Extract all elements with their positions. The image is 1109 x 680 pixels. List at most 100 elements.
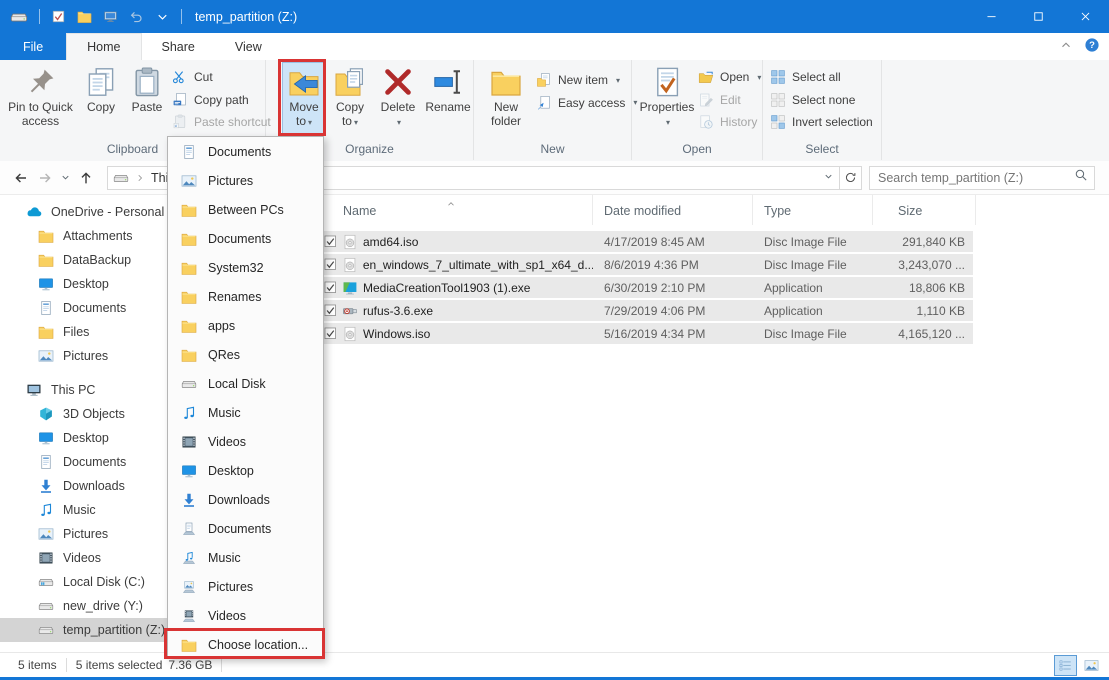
cut-button[interactable]: Cut [172, 66, 213, 88]
file-type: Disc Image File [753, 258, 873, 272]
file-checkbox[interactable] [324, 235, 337, 248]
menu-item-videos[interactable]: Videos [168, 427, 323, 456]
new-folder-button[interactable]: Newfolder [480, 63, 532, 135]
menu-item-documents[interactable]: Documents [168, 224, 323, 253]
tab-view[interactable]: View [215, 33, 282, 60]
select-none-icon [770, 92, 786, 108]
easy-access-button[interactable]: Easy access▾ [536, 92, 637, 114]
back-button[interactable] [9, 170, 33, 186]
paste-shortcut-button[interactable]: Paste shortcut [172, 111, 271, 133]
menu-item-label: System32 [208, 261, 264, 275]
copy-path-button[interactable]: Copy path [172, 89, 249, 111]
column-header-type[interactable]: Type [753, 195, 873, 225]
invert-selection-button[interactable]: Invert selection [770, 111, 873, 133]
new-item-button[interactable]: New item▾ [536, 69, 620, 91]
collapse-ribbon-button[interactable] [1059, 38, 1073, 55]
recent-locations-chevron[interactable] [57, 172, 73, 183]
menu-item-system32[interactable]: System32 [168, 253, 323, 282]
win-maximize-icon [1032, 10, 1045, 23]
file-name: MediaCreationTool1903 (1).exe [363, 281, 530, 295]
music-icon [181, 405, 197, 421]
paste-button[interactable]: Paste [125, 63, 169, 135]
file-row-windows-iso[interactable]: Windows.iso5/16/2019 4:34 PMDisc Image F… [320, 323, 973, 344]
computer-icon[interactable] [103, 9, 118, 24]
forward-button[interactable] [33, 170, 57, 186]
download-icon [38, 478, 54, 494]
file-row-en-windows-7-ultimate-with-sp1-x64-d[interactable]: en_windows_7_ultimate_with_sp1_x64_d...8… [320, 254, 973, 275]
disc-image-icon [342, 234, 358, 250]
file-checkbox[interactable] [324, 258, 337, 271]
move-to-button[interactable]: Moveto▾ [283, 63, 325, 135]
menu-item-label: Between PCs [208, 203, 284, 217]
drive-icon [38, 622, 54, 638]
menu-item-label: apps [208, 319, 235, 333]
menu-item-between-pcs[interactable]: Between PCs [168, 195, 323, 224]
library-music-icon [181, 550, 197, 566]
menu-item-apps[interactable]: apps [168, 311, 323, 340]
column-header-size[interactable]: Size [873, 195, 976, 225]
history-button[interactable]: History [698, 111, 757, 133]
view-details-button[interactable] [1054, 655, 1077, 676]
menu-item-downloads[interactable]: Downloads [168, 485, 323, 514]
minimize-button[interactable] [968, 0, 1015, 33]
undo-icon[interactable] [129, 9, 144, 24]
menu-item-pictures[interactable]: Pictures [168, 166, 323, 195]
menu-item-pictures[interactable]: Pictures [168, 572, 323, 601]
close-button[interactable] [1062, 0, 1109, 33]
button-label: Properties▾ [640, 100, 695, 130]
desktop-icon [38, 276, 54, 292]
menu-item-local-disk[interactable]: Local Disk [168, 369, 323, 398]
history-icon [698, 114, 714, 130]
menu-item-renames[interactable]: Renames [168, 282, 323, 311]
edit-button[interactable]: Edit [698, 89, 741, 111]
menu-item-qres[interactable]: QRes [168, 340, 323, 369]
library-videos-icon [181, 608, 197, 624]
file-row-amd64-iso[interactable]: amd64.iso4/17/2019 8:45 AMDisc Image Fil… [320, 231, 973, 252]
select-all-button[interactable]: Select all [770, 66, 841, 88]
menu-item-music[interactable]: Music [168, 543, 323, 572]
help-button[interactable]: ? [1084, 37, 1100, 56]
copy-to-button[interactable]: Copyto▾ [327, 63, 373, 135]
file-row-rufus-3-6-exe[interactable]: rufus-3.6.exe7/29/2019 4:06 PMApplicatio… [320, 300, 973, 321]
statusbar-divider [66, 658, 67, 672]
customize-chevron-icon[interactable] [155, 9, 170, 24]
menu-item-label: Documents [208, 232, 271, 246]
videos-icon [38, 550, 54, 566]
column-header-date-modified[interactable]: Date modified [593, 195, 753, 225]
copy-button[interactable]: Copy [79, 63, 123, 135]
chevron-up-icon [446, 199, 456, 209]
rename-button[interactable]: Rename [423, 63, 473, 135]
menu-item-videos[interactable]: Videos [168, 601, 323, 630]
group-label-open: Open [632, 142, 762, 156]
new-folder-icon[interactable] [77, 9, 92, 24]
tab-home[interactable]: Home [66, 33, 141, 60]
search-input[interactable] [876, 170, 1074, 186]
svg-text:?: ? [1089, 40, 1095, 51]
properties-check-icon[interactable] [51, 9, 66, 24]
menu-item-choose-location[interactable]: Choose location... [168, 630, 323, 659]
refresh-button[interactable] [840, 166, 862, 190]
pin-to-quick-access-button[interactable]: Pin to Quickaccess [4, 63, 77, 135]
open-button[interactable]: Open▾ [698, 66, 761, 88]
select-none-button[interactable]: Select none [770, 89, 855, 111]
button-label: Delete▾ [381, 100, 416, 130]
column-header-name[interactable]: Name [320, 195, 593, 225]
file-checkbox[interactable] [324, 281, 337, 294]
search-box [869, 166, 1095, 190]
file-checkbox[interactable] [324, 304, 337, 317]
delete-button[interactable]: Delete▾ [375, 63, 421, 135]
tab-file[interactable]: File [0, 33, 66, 60]
tab-share[interactable]: Share [142, 33, 215, 60]
view-thumbnails-button[interactable] [1080, 655, 1103, 676]
up-button[interactable] [73, 170, 99, 186]
menu-item-desktop[interactable]: Desktop [168, 456, 323, 485]
menu-item-documents[interactable]: Documents [168, 137, 323, 166]
file-row-mediacreationtool1903-1-exe[interactable]: MediaCreationTool1903 (1).exe 6/30/2019 2… [320, 277, 973, 298]
properties-button[interactable]: Properties▾ [638, 63, 696, 135]
menu-item-music[interactable]: Music [168, 398, 323, 427]
address-history-chevron[interactable] [823, 171, 834, 185]
menu-item-documents[interactable]: Documents [168, 514, 323, 543]
maximize-button[interactable] [1015, 0, 1062, 33]
file-checkbox[interactable] [324, 327, 337, 340]
file-date: 6/30/2019 2:10 PM [593, 281, 753, 295]
